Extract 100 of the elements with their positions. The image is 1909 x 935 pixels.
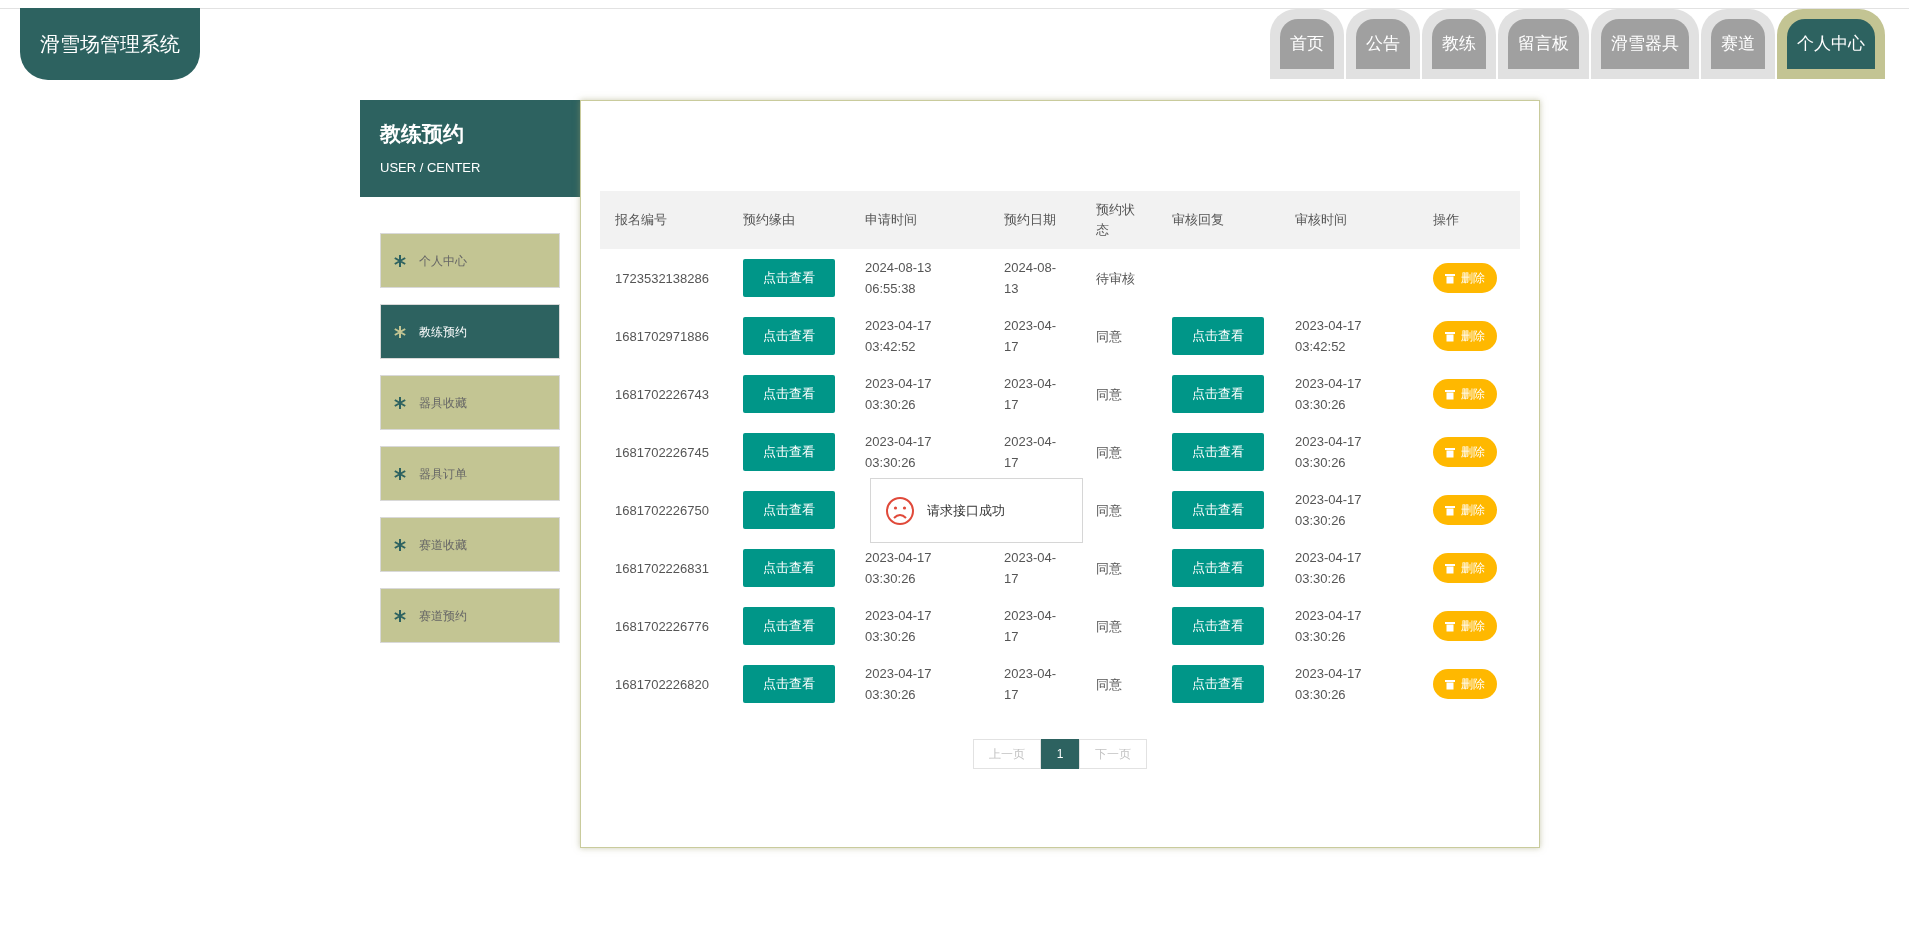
nav-tab[interactable]: 留言板 xyxy=(1508,19,1579,69)
view-button[interactable]: 点击查看 xyxy=(743,259,835,297)
nav-tab[interactable]: 公告 xyxy=(1356,19,1410,69)
table-cell-text: 1681702226820 xyxy=(615,675,709,694)
column-header: 操作 xyxy=(1433,211,1459,229)
delete-button[interactable]: 删除 xyxy=(1433,669,1497,699)
section-title: 教练预约 xyxy=(380,121,465,147)
view-button[interactable]: 点击查看 xyxy=(1172,607,1264,645)
view-button[interactable]: 点击查看 xyxy=(743,665,835,703)
sidebar-item[interactable]: 赛道收藏 xyxy=(380,517,560,572)
table-cell-text: 同意 xyxy=(1096,617,1122,636)
view-button[interactable]: 点击查看 xyxy=(1172,317,1264,355)
table-cell-text: 2023-04-17 03:30:26 xyxy=(1295,491,1363,530)
snowflake-icon xyxy=(393,466,407,481)
sidebar-item[interactable]: 教练预约 xyxy=(380,304,560,359)
column-header: 申请时间 xyxy=(865,211,917,229)
table-cell-text: 2023-04-17 03:30:26 xyxy=(1295,375,1363,414)
table-cell-text: 待审核 xyxy=(1096,269,1135,288)
view-button[interactable]: 点击查看 xyxy=(743,607,835,645)
view-button[interactable]: 点击查看 xyxy=(743,433,835,471)
trash-icon xyxy=(1445,620,1455,632)
table-cell-text: 1681702226745 xyxy=(615,443,709,462)
column-header: 预约缘由 xyxy=(743,211,795,229)
table-cell-text: 2023-04-17 xyxy=(1004,549,1058,588)
sidebar-item[interactable]: 器具订单 xyxy=(380,446,560,501)
snowflake-icon xyxy=(393,608,407,623)
trash-icon xyxy=(1445,272,1455,284)
table-cell-text: 同意 xyxy=(1096,385,1122,404)
column-header: 预约状态 xyxy=(1096,201,1136,239)
table-cell-text: 同意 xyxy=(1096,675,1122,694)
delete-button[interactable]: 删除 xyxy=(1433,611,1497,641)
site-logo[interactable]: 滑雪场管理系统 xyxy=(20,8,200,80)
table-cell-text: 1681702971886 xyxy=(615,327,709,346)
delete-button[interactable]: 删除 xyxy=(1433,263,1497,293)
table-cell-text: 2023-04-17 03:30:26 xyxy=(1295,549,1363,588)
section-subtitle: USER / CENTER xyxy=(380,158,482,177)
snowflake-icon xyxy=(393,253,407,268)
delete-button[interactable]: 删除 xyxy=(1433,495,1497,525)
view-button[interactable]: 点击查看 xyxy=(1172,549,1264,587)
table-cell-text: 同意 xyxy=(1096,327,1122,346)
table-cell-text: 同意 xyxy=(1096,443,1122,462)
toast-message: 请求接口成功 xyxy=(927,501,1005,520)
trash-icon xyxy=(1445,562,1455,574)
view-button[interactable]: 点击查看 xyxy=(743,317,835,355)
view-button[interactable]: 点击查看 xyxy=(743,375,835,413)
table-cell-text: 2023-04-17 xyxy=(1004,433,1058,472)
snowflake-icon xyxy=(393,537,407,552)
view-button[interactable]: 点击查看 xyxy=(743,491,835,529)
table-cell-text: 2023-04-17 03:30:26 xyxy=(865,433,933,472)
view-button[interactable]: 点击查看 xyxy=(1172,375,1264,413)
table-cell-text: 1681702226776 xyxy=(615,617,709,636)
view-button[interactable]: 点击查看 xyxy=(743,549,835,587)
table-cell-text: 2023-04-17 03:42:52 xyxy=(1295,317,1363,356)
nav-tab[interactable]: 首页 xyxy=(1280,19,1334,69)
view-button[interactable]: 点击查看 xyxy=(1172,665,1264,703)
delete-button[interactable]: 删除 xyxy=(1433,437,1497,467)
snowflake-icon xyxy=(393,324,407,339)
delete-button[interactable]: 删除 xyxy=(1433,321,1497,351)
table-cell-text: 2023-04-17 03:30:26 xyxy=(1295,607,1363,646)
trash-icon xyxy=(1445,388,1455,400)
nav-tab[interactable]: 滑雪器具 xyxy=(1601,19,1689,69)
sidebar-item[interactable]: 器具收藏 xyxy=(380,375,560,430)
trash-icon xyxy=(1445,504,1455,516)
snowflake-icon xyxy=(393,395,407,410)
table-cell-text: 2023-04-17 03:30:26 xyxy=(865,549,933,588)
view-button[interactable]: 点击查看 xyxy=(1172,433,1264,471)
table-cell-text: 2023-04-17 03:30:26 xyxy=(865,665,933,704)
delete-button[interactable]: 删除 xyxy=(1433,379,1497,409)
table-cell-text: 同意 xyxy=(1096,501,1122,520)
column-header: 报名编号 xyxy=(615,211,667,229)
trash-icon xyxy=(1445,446,1455,458)
table-cell-text: 1681702226750 xyxy=(615,501,709,520)
table-cell-text: 1681702226743 xyxy=(615,385,709,404)
table-cell-text: 2023-04-17 xyxy=(1004,317,1058,356)
column-header: 审核回复 xyxy=(1172,211,1224,229)
sidebar-item[interactable]: 赛道预约 xyxy=(380,588,560,643)
sidebar-item[interactable]: 个人中心 xyxy=(380,233,560,288)
sad-face-icon xyxy=(885,495,915,526)
nav-tab[interactable]: 个人中心 xyxy=(1787,19,1875,69)
table-cell-text: 2023-04-17 xyxy=(1004,375,1058,414)
trash-icon xyxy=(1445,330,1455,342)
delete-button[interactable]: 删除 xyxy=(1433,553,1497,583)
view-button[interactable]: 点击查看 xyxy=(1172,491,1264,529)
table-cell-text: 2023-04-17 03:30:26 xyxy=(1295,665,1363,704)
table-cell-text: 2023-04-17 03:30:26 xyxy=(1295,433,1363,472)
table-cell-text: 2024-08-13 xyxy=(1004,259,1058,298)
table-cell-text: 2023-04-17 xyxy=(1004,665,1058,704)
page-button[interactable]: 1 xyxy=(1041,739,1079,769)
table-cell-text: 2023-04-17 03:42:52 xyxy=(865,317,933,356)
column-header: 审核时间 xyxy=(1295,211,1347,229)
column-header: 预约日期 xyxy=(1004,211,1056,229)
table-cell-text: 2023-04-17 03:30:26 xyxy=(865,607,933,646)
nav-tab[interactable]: 教练 xyxy=(1432,19,1486,69)
table-cell-text: 同意 xyxy=(1096,559,1122,578)
trash-icon xyxy=(1445,678,1455,690)
table-cell-text: 2024-08-13 06:55:38 xyxy=(865,259,933,298)
table-cell-text: 1681702226831 xyxy=(615,559,709,578)
table-cell-text: 1723532138286 xyxy=(615,269,709,288)
table-cell-text: 2023-04-17 03:30:26 xyxy=(865,375,933,414)
nav-tab[interactable]: 赛道 xyxy=(1711,19,1765,69)
